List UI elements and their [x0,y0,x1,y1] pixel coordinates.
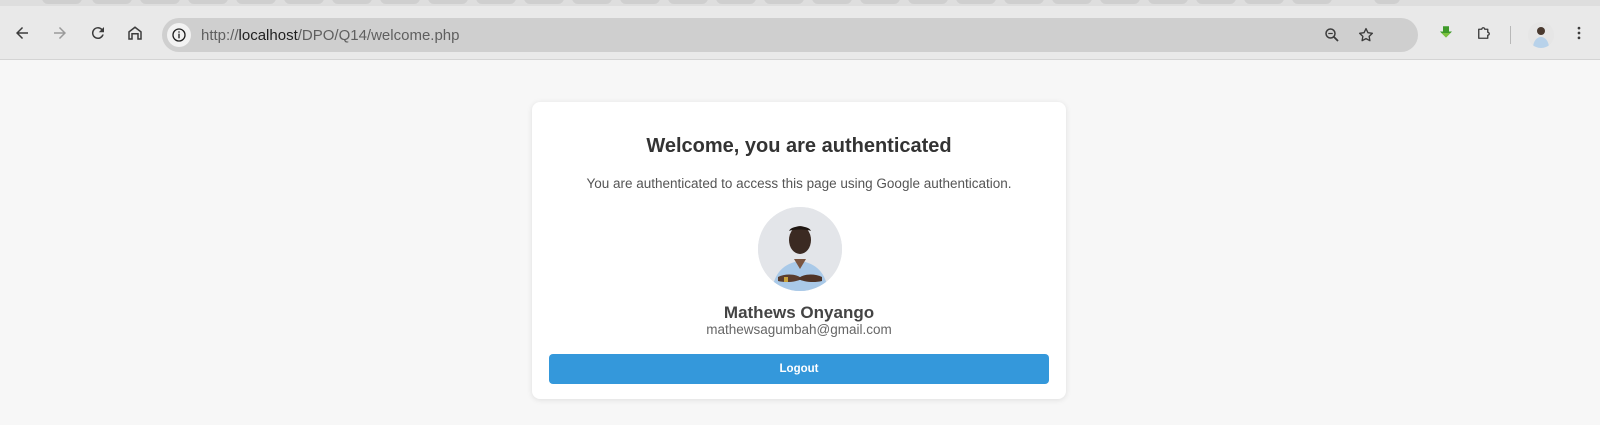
bookmark-star-icon [1358,27,1374,42]
tab[interactable] [332,0,372,4]
forward-button[interactable] [45,18,75,48]
tab[interactable] [380,0,420,4]
logout-button[interactable]: Logout [549,354,1049,384]
url-path: /DPO/Q14/welcome.php [297,27,460,44]
tab[interactable] [1052,0,1092,4]
user-photo [758,207,842,291]
site-info-button[interactable] [167,23,191,47]
home-icon [128,26,142,40]
user-avatar [758,207,842,291]
tab[interactable] [908,0,948,4]
tab[interactable] [236,0,276,4]
bookmark-button[interactable] [1356,25,1376,45]
reload-button[interactable] [83,18,113,48]
extension-download-icon [1440,26,1452,38]
browser-toolbar: http://localhost/DPO/Q14/welcome.php [0,6,1600,60]
profile-avatar[interactable] [1528,22,1554,48]
extensions-puzzle-icon [1478,27,1490,39]
url-host: localhost [238,27,298,44]
page-title: Welcome, you are authenticated [646,135,952,157]
new-tab-button[interactable] [1374,0,1400,4]
tab[interactable] [42,0,82,4]
extensions-button[interactable] [1469,18,1499,48]
tab[interactable] [812,0,852,4]
tab[interactable] [428,0,468,4]
tab[interactable] [284,0,324,4]
user-email: mathewsagumbah@gmail.com [706,322,892,337]
tab[interactable] [620,0,660,4]
tab[interactable] [956,0,996,4]
tab[interactable] [1292,0,1332,4]
address-bar[interactable]: http://localhost/DPO/Q14/welcome.php [162,18,1418,52]
tab[interactable] [860,0,900,4]
browser-menu-button[interactable] [1564,18,1594,48]
tab[interactable] [140,0,180,4]
tab[interactable] [1148,0,1188,4]
tab[interactable] [188,0,228,4]
site-info-icon [172,28,186,42]
back-icon [16,27,28,39]
tab[interactable] [524,0,564,4]
reload-icon [91,27,104,40]
auth-message: You are authenticated to access this pag… [586,176,1012,191]
home-button[interactable] [120,18,150,48]
toolbar-separator [1510,26,1511,44]
tab[interactable] [668,0,708,4]
extension-download-button[interactable] [1431,18,1461,48]
tab[interactable] [1244,0,1284,4]
back-button[interactable] [7,18,37,48]
tab[interactable] [572,0,612,4]
forward-icon [54,27,66,39]
menu-kebab-icon [1577,26,1581,40]
tab[interactable] [764,0,804,4]
profile-avatar-image [1533,27,1549,48]
url-text[interactable]: http://localhost/DPO/Q14/welcome.php [201,27,459,44]
tab[interactable] [716,0,756,4]
zoom-button[interactable] [1322,25,1342,45]
zoom-icon [1325,28,1339,42]
tab[interactable] [476,0,516,4]
tab[interactable] [92,0,132,4]
tab[interactable] [1004,0,1044,4]
welcome-card: Welcome, you are authenticated You are a… [532,102,1066,399]
user-name: Mathews Onyango [723,303,875,322]
tab[interactable] [1100,0,1140,4]
url-prefix: http:// [201,27,239,44]
tab[interactable] [1196,0,1236,4]
